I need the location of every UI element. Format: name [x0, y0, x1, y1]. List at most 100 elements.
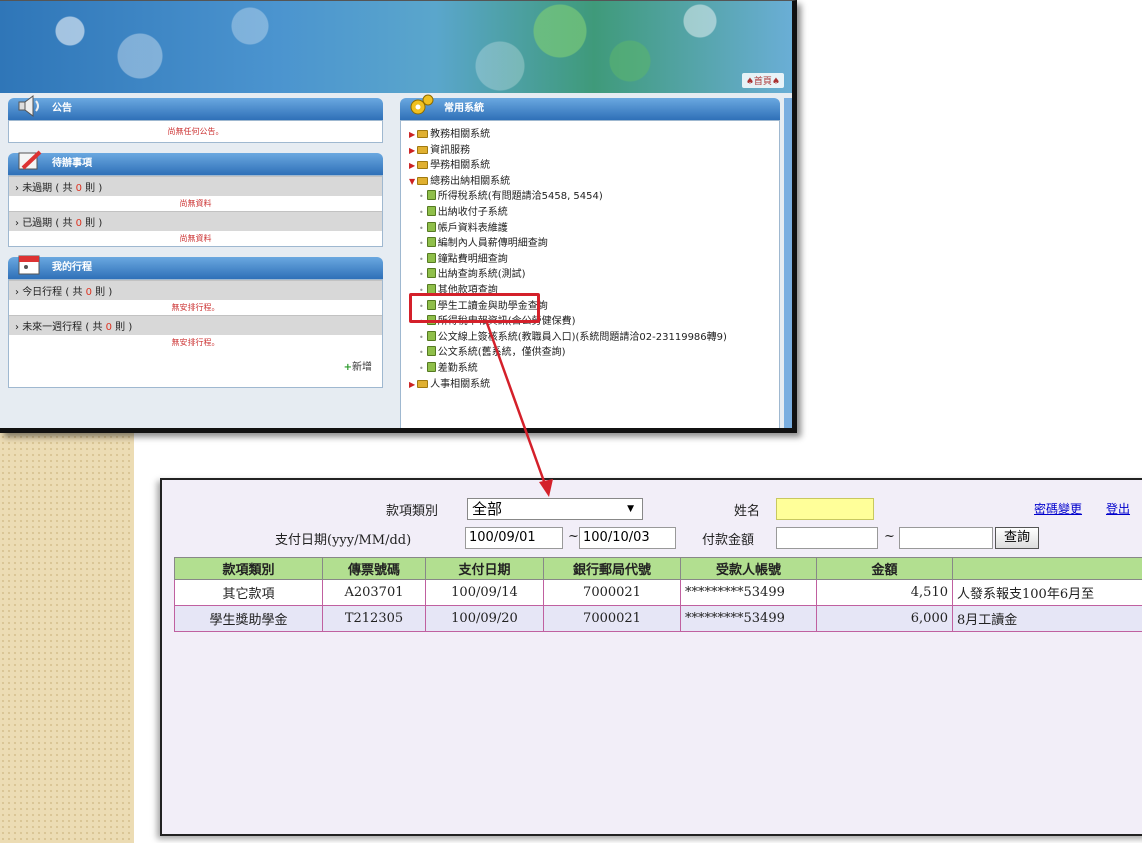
portal-banner: ♠首頁♠: [0, 1, 792, 93]
pending-unexpired-suffix: 則 ): [82, 183, 103, 194]
menu-item-label: 編制內人員薪傳明細查詢: [437, 238, 548, 250]
pending-expired-row[interactable]: › 已過期 ( 共 0 則 ): [9, 211, 382, 231]
folder-icon: [417, 176, 429, 185]
payment-query-screenshot: 款項類別 全部 ▼ 姓名 密碼變更 登出 支付日期(yyy/MM/dd) 100…: [160, 478, 1142, 836]
bullet-icon: •: [419, 192, 424, 202]
menu-item[interactable]: ▶ 資訊服務: [409, 143, 771, 159]
pending-unexpired-label: 未過期 ( 共: [22, 183, 76, 194]
amount-tilde: ~: [884, 529, 895, 544]
bullet-icon: •: [419, 223, 424, 233]
menu-item[interactable]: • 帳戶資料表維護: [409, 221, 771, 237]
systems-header: 常用系統: [400, 94, 780, 120]
schedule-week-row[interactable]: › 未來一週行程 ( 共 0 則 ): [9, 315, 382, 335]
left-column: 公告 尚無任何公告。 待辦事項 › 未過期 ( 共 0 則 ) 尚無資料 › 已…: [8, 95, 383, 426]
password-change-link[interactable]: 密碼變更: [1034, 500, 1082, 517]
collapsed-arrow-icon: ▶: [409, 130, 416, 139]
menu-item[interactable]: ▶ 教務相關系統: [409, 127, 771, 143]
date-to-input[interactable]: 100/10/03: [579, 527, 676, 549]
cell-voucher: A203701: [322, 579, 426, 606]
collapsed-arrow-icon: ▶: [409, 379, 416, 389]
logout-link[interactable]: 登出: [1106, 500, 1130, 517]
menu-item[interactable]: • 編制內人員薪傳明細查詢: [409, 236, 771, 252]
name-input[interactable]: [776, 498, 874, 520]
pending-expired-suffix: 則 ): [82, 218, 103, 229]
menu-item[interactable]: • 公文線上簽核系統(教職員入口)(系統問題請洽02-23119986轉9): [409, 330, 739, 346]
cell-account: *********53499: [680, 605, 817, 632]
cell-category: 其它款項: [174, 579, 323, 606]
schedule-body: › 今日行程 ( 共 0 則 ) 無安排行程。 › 未來一週行程 ( 共 0 則…: [8, 279, 383, 388]
amount-min-input[interactable]: [776, 527, 878, 549]
menu-item[interactable]: ▶ 人事相關系統: [409, 377, 771, 393]
dropdown-caret-icon: ▼: [627, 504, 634, 514]
menu-item[interactable]: • 出納查詢系統(測試): [409, 267, 771, 283]
menu-item-label: 帳戶資料表維護: [437, 222, 508, 234]
home-link[interactable]: ♠首頁♠: [741, 73, 784, 88]
menu-item-label: 所得稅系統(有問題請洽5458, 5454): [437, 191, 603, 203]
menu-item-label: 學務相關系統: [430, 160, 491, 172]
menu-item[interactable]: • 所得稅系統(有問題請洽5458, 5454): [409, 189, 771, 205]
table-header-row: 款項類別 傳票號碼 支付日期 銀行郵局代號 受款人帳號 金額: [174, 557, 1142, 580]
table-row[interactable]: 學生獎助學金 T212305 100/09/20 7000021 *******…: [174, 605, 1142, 632]
category-select[interactable]: 全部 ▼: [467, 498, 643, 520]
bullet-icon: •: [419, 270, 424, 280]
col-bank-code: 銀行郵局代號: [543, 557, 681, 580]
menu-item-label: 人事相關系統: [430, 378, 491, 390]
gears-icon: [410, 94, 434, 115]
document-icon: [426, 361, 436, 372]
systems-title: 常用系統: [444, 103, 484, 114]
folder-icon: [417, 145, 429, 154]
col-voucher: 傳票號碼: [322, 557, 426, 580]
schedule-week-empty: 無安排行程。: [9, 335, 382, 350]
pending-unexpired-empty: 尚無資料: [9, 196, 382, 211]
document-icon: [426, 252, 436, 263]
background-texture: [0, 428, 134, 843]
pending-header: 待辦事項: [8, 150, 383, 175]
calendar-icon: [18, 255, 40, 275]
cell-note: 8月工讀金: [952, 605, 1142, 632]
menu-item-label: 出納收付子系統: [437, 206, 508, 218]
speaker-icon: [18, 95, 39, 117]
table-row[interactable]: 其它款項 A203701 100/09/14 7000021 *********…: [174, 579, 1142, 606]
document-icon: [426, 221, 436, 232]
pending-expired-label: 已過期 ( 共: [22, 218, 76, 229]
document-icon: [426, 330, 436, 341]
menu-item-label: 公文線上簽核系統(教職員入口)(系統問題請洽02-23119986轉9): [437, 331, 727, 343]
pending-unexpired-row[interactable]: › 未過期 ( 共 0 則 ): [9, 176, 382, 196]
menu-item[interactable]: • 公文系統(舊系統，僅供查詢): [409, 345, 771, 361]
announcement-header: 公告: [8, 95, 383, 120]
menu-item[interactable]: ▼ 總務出納相關系統: [409, 174, 771, 190]
menu-item[interactable]: ▶ 學務相關系統: [409, 158, 771, 174]
search-button[interactable]: 查詢: [995, 527, 1039, 549]
schedule-header: 我的行程: [8, 255, 383, 279]
name-label: 姓名: [734, 504, 761, 519]
portal-screenshot: ♠首頁♠ 公告 尚無任何公告。 待辦事項 › 未過期 ( 共 0 則 ) 尚無資…: [0, 0, 797, 433]
document-icon: [426, 205, 436, 216]
schedule-week-label: 未來一週行程 ( 共: [22, 322, 106, 333]
add-schedule-label: 新增: [352, 362, 372, 373]
menu-item-label: 出納查詢系統(測試): [437, 269, 526, 281]
cell-bank-code: 7000021: [543, 579, 681, 606]
menu-item[interactable]: • 差勤系統: [409, 361, 771, 377]
category-label: 款項類別: [386, 504, 439, 519]
highlight-box: [409, 293, 540, 323]
schedule-today-row[interactable]: › 今日行程 ( 共 0 則 ): [9, 280, 382, 300]
document-icon: [426, 268, 436, 279]
folder-icon: [417, 130, 429, 138]
add-schedule-button[interactable]: +新增: [9, 350, 382, 387]
bullet-icon: •: [419, 363, 424, 373]
menu-item[interactable]: • 鐘點費明細查詢: [409, 252, 771, 268]
pending-title: 待辦事項: [52, 158, 92, 169]
pending-expired-empty: 尚無資料: [9, 231, 382, 246]
date-from-input[interactable]: 100/09/01: [465, 527, 563, 549]
bullet-icon: •: [419, 348, 424, 358]
date-range-label: 支付日期(yyy/MM/dd): [275, 533, 412, 548]
cell-amount: 4,510: [816, 579, 953, 606]
amount-max-input[interactable]: [899, 527, 993, 549]
col-category: 款項類別: [174, 557, 323, 580]
menu-item[interactable]: • 出納收付子系統: [409, 205, 771, 221]
systems-menu: ▶ 教務相關系統 ▶ 資訊服務 ▶ 學務相關系統 ▼ 總務出納相關系統 • 所得稅系統(有問題請洽…: [400, 120, 780, 428]
schedule-title: 我的行程: [52, 262, 92, 273]
collapsed-arrow-icon: ▶: [409, 145, 416, 155]
menu-item-label: 公文系統(舊系統，僅供查詢): [437, 347, 566, 359]
cell-account: *********53499: [680, 579, 817, 606]
